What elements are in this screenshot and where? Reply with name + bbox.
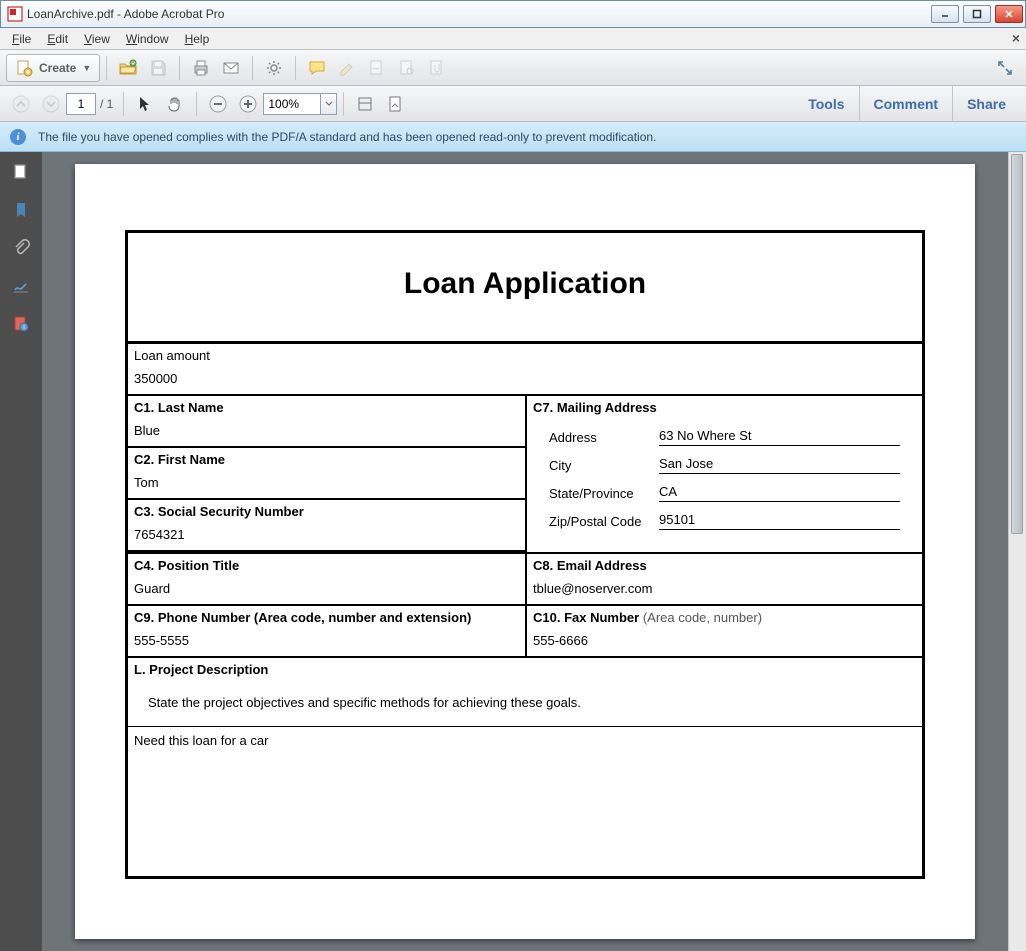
menu-help[interactable]: Help	[177, 30, 218, 48]
c9-label: C9. Phone Number (Area code, number and …	[134, 610, 519, 633]
share-link[interactable]: Share	[952, 86, 1020, 122]
print-button[interactable]	[187, 54, 215, 82]
page-total: / 1	[100, 97, 113, 111]
nav-panel: i	[0, 152, 42, 951]
expand-button[interactable]	[991, 54, 1019, 82]
tools-link[interactable]: Tools	[794, 86, 858, 122]
attach-button[interactable]	[423, 54, 451, 82]
fit-width-button[interactable]	[351, 90, 379, 118]
c8-label: C8. Email Address	[533, 558, 916, 581]
zip-value: 95101	[659, 512, 900, 530]
document-viewport[interactable]: Loan Application Loan amount 350000 C1. …	[42, 152, 1008, 951]
maximize-button[interactable]	[963, 5, 991, 23]
minimize-button[interactable]	[931, 5, 959, 23]
create-button[interactable]: Create ▼	[6, 54, 100, 82]
state-value: CA	[659, 484, 900, 502]
signatures-icon[interactable]	[11, 276, 31, 296]
sign-button[interactable]	[363, 54, 391, 82]
save-button[interactable]	[144, 54, 172, 82]
highlight-button[interactable]	[333, 54, 361, 82]
window-title: LoanArchive.pdf - Adobe Acrobat Pro	[27, 7, 931, 21]
c2-value: Tom	[134, 475, 159, 490]
create-label: Create	[39, 61, 76, 75]
standards-icon[interactable]: i	[11, 314, 31, 334]
menubar: File Edit View Window Help ×	[0, 28, 1026, 50]
menu-file[interactable]: File	[4, 30, 39, 48]
info-icon: i	[10, 129, 26, 145]
menu-close-button[interactable]: ×	[1012, 30, 1020, 46]
state-label: State/Province	[549, 486, 659, 501]
c3-value: 7654321	[134, 527, 185, 542]
select-tool-button[interactable]	[131, 90, 159, 118]
c4-label: C4. Position Title	[134, 558, 519, 581]
toolbar-secondary: / 1 100% Tools Comment Share	[0, 86, 1026, 122]
page-up-button[interactable]	[7, 90, 35, 118]
c8-value: tblue@noserver.com	[533, 581, 652, 596]
fit-page-button[interactable]	[381, 90, 409, 118]
hand-tool-button[interactable]	[161, 90, 189, 118]
page-number-input[interactable]	[66, 93, 96, 115]
proj-instructions: State the project objectives and specifi…	[134, 685, 916, 726]
proj-label: L. Project Description	[134, 662, 916, 685]
bookmarks-icon[interactable]	[11, 200, 31, 220]
scrollbar-thumb[interactable]	[1011, 154, 1023, 534]
main-area: i Loan Application Loan amount 350000 C1…	[0, 152, 1026, 951]
page-down-button[interactable]	[37, 90, 65, 118]
menu-view[interactable]: View	[76, 30, 118, 48]
thumbnails-icon[interactable]	[11, 162, 31, 182]
chevron-down-icon: ▼	[82, 63, 91, 73]
city-label: City	[549, 458, 659, 473]
email-button[interactable]	[217, 54, 245, 82]
c9-value: 555-5555	[134, 633, 189, 648]
menu-window[interactable]: Window	[118, 30, 177, 48]
addr-value: 63 No Where St	[659, 428, 900, 446]
c4-value: Guard	[134, 581, 170, 596]
menu-edit[interactable]: Edit	[39, 30, 76, 48]
c10-label: C10. Fax Number (Area code, number)	[533, 610, 916, 633]
toolbar-primary: Create ▼	[0, 50, 1026, 86]
c2-label: C2. First Name	[134, 452, 519, 475]
vertical-scrollbar[interactable]	[1008, 152, 1026, 951]
attachments-icon[interactable]	[11, 238, 31, 258]
window-buttons	[931, 5, 1023, 23]
pdf-page: Loan Application Loan amount 350000 C1. …	[75, 164, 975, 939]
open-button[interactable]	[114, 54, 142, 82]
addr-label: Address	[549, 430, 659, 445]
zoom-select[interactable]: 100%	[263, 93, 321, 115]
stamp-button[interactable]	[393, 54, 421, 82]
loan-amount-value: 350000	[134, 371, 177, 386]
close-button[interactable]	[995, 5, 1023, 23]
comment-bubble-button[interactable]	[303, 54, 331, 82]
city-value: San Jose	[659, 456, 900, 474]
zoom-out-button[interactable]	[204, 90, 232, 118]
c3-label: C3. Social Security Number	[134, 504, 519, 527]
form-title: Loan Application	[128, 233, 922, 344]
info-bar: i The file you have opened complies with…	[0, 122, 1026, 152]
c1-label: C1. Last Name	[134, 400, 519, 423]
c7-label: C7. Mailing Address	[533, 400, 916, 423]
proj-value: Need this loan for a car	[128, 726, 922, 876]
zoom-in-button[interactable]	[234, 90, 262, 118]
zip-label: Zip/Postal Code	[549, 514, 659, 529]
svg-text:i: i	[23, 325, 24, 331]
app-icon	[7, 6, 23, 22]
c1-value: Blue	[134, 423, 160, 438]
info-message: The file you have opened complies with t…	[38, 130, 656, 144]
zoom-dropdown-button[interactable]	[321, 93, 337, 115]
zoom-value: 100%	[268, 97, 299, 111]
loan-amount-label: Loan amount	[134, 348, 916, 371]
settings-button[interactable]	[260, 54, 288, 82]
c10-value: 555-6666	[533, 633, 588, 648]
comment-link[interactable]: Comment	[859, 86, 953, 122]
titlebar: LoanArchive.pdf - Adobe Acrobat Pro	[0, 0, 1026, 28]
